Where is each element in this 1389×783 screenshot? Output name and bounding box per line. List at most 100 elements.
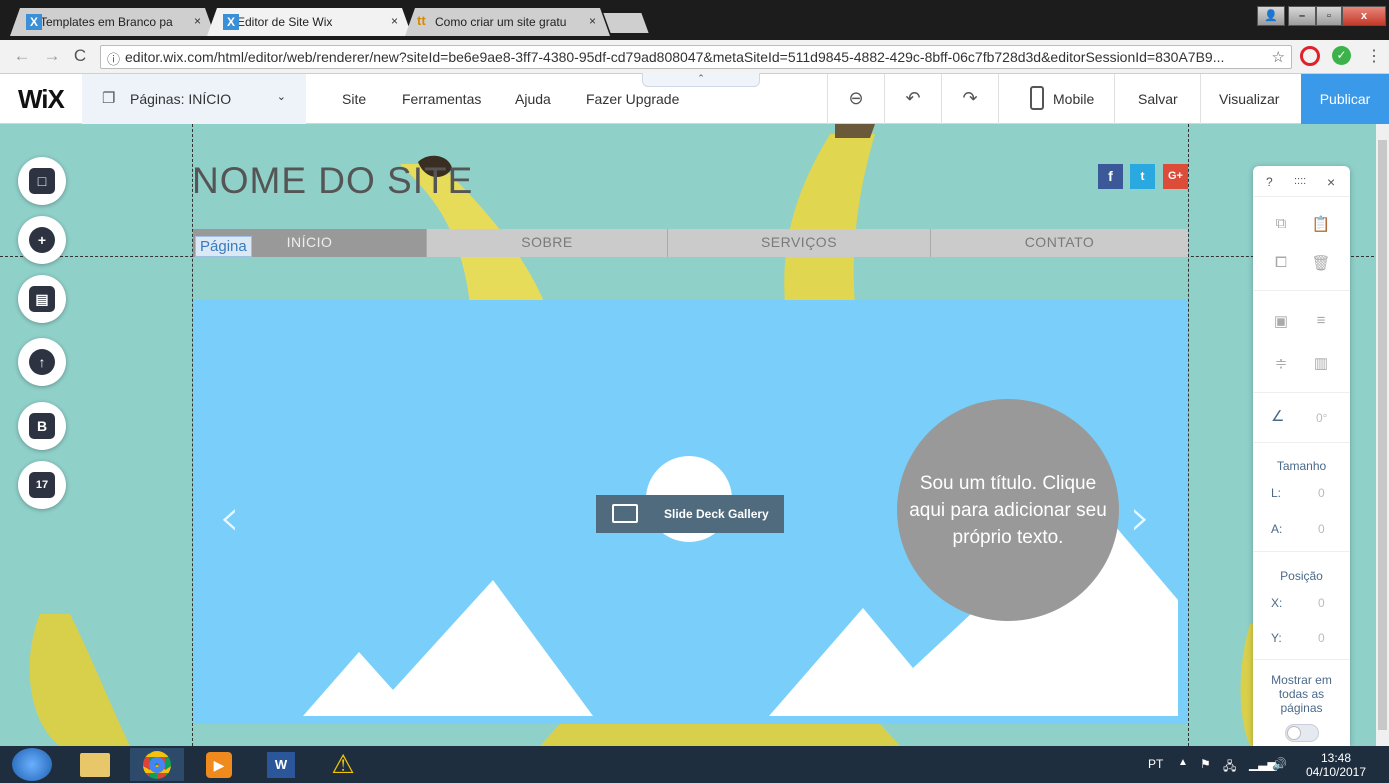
height-label: A:: [1271, 522, 1283, 536]
position-title: Posição: [1280, 569, 1323, 583]
url-field[interactable]: ⓘ editor.wix.com/html/editor/web/rendere…: [100, 45, 1292, 69]
wix-favicon-icon: X: [223, 14, 239, 30]
bookmark-star-icon[interactable]: ☆: [1272, 48, 1285, 66]
align-icon[interactable]: ≡: [1311, 312, 1331, 332]
minimize-button[interactable]: –: [1288, 6, 1316, 26]
publish-button[interactable]: Publicar: [1301, 74, 1389, 124]
upload-button[interactable]: ↑: [18, 338, 66, 386]
pages-dropdown[interactable]: ❐ Páginas: INÍCIO ⌄: [82, 74, 306, 124]
warning-app-icon[interactable]: ⚠: [316, 748, 370, 781]
y-value[interactable]: 0: [1318, 631, 1325, 645]
menu-fazer-upgrade[interactable]: Fazer Upgrade: [586, 91, 679, 107]
toggle-knob: [1287, 726, 1301, 740]
calendar-icon: 17: [29, 472, 55, 498]
prev-slide-icon[interactable]: ‹: [219, 488, 240, 548]
help-icon[interactable]: ?: [1266, 175, 1273, 189]
delete-icon[interactable]: 🗑: [1311, 254, 1331, 274]
arrange-icon[interactable]: ▣: [1271, 312, 1291, 332]
tray-expand-icon[interactable]: ▲: [1178, 757, 1188, 768]
save-button[interactable]: Salvar: [1138, 91, 1178, 107]
action-center-flag-icon[interactable]: ⚑: [1200, 757, 1211, 771]
undo-icon[interactable]: ↶: [898, 88, 928, 109]
size-title: Tamanho: [1276, 459, 1327, 473]
app-market-button[interactable]: ▤: [18, 275, 66, 323]
redo-icon[interactable]: ↷: [955, 88, 985, 109]
browser-tab-templates[interactable]: X Templates em Branco pa ×: [10, 8, 215, 36]
collapse-toolbar-button[interactable]: ⌃: [642, 73, 760, 87]
url-text: editor.wix.com/html/editor/web/renderer/…: [125, 49, 1225, 65]
browser-menu-icon[interactable]: ⋮: [1366, 46, 1382, 66]
title-bubble[interactable]: Sou um título. Clique aqui para adiciona…: [897, 399, 1119, 621]
info-icon: ⓘ: [107, 52, 121, 67]
zoom-out-icon[interactable]: ⊖: [841, 88, 871, 109]
clock[interactable]: 13:48 04/10/2017: [1300, 751, 1372, 779]
show-all-pages-toggle[interactable]: [1285, 724, 1319, 742]
angle-value[interactable]: 0°: [1316, 411, 1327, 425]
tab-close-icon[interactable]: ×: [194, 14, 201, 28]
volume-icon[interactable]: 🔊: [1272, 757, 1287, 771]
blog-button[interactable]: B: [18, 402, 66, 450]
back-icon[interactable]: ←: [10, 46, 34, 66]
drag-handle-icon[interactable]: ::::: [1294, 175, 1306, 187]
mobile-view-button[interactable]: Mobile: [1014, 74, 1114, 124]
tab-close-icon[interactable]: ×: [391, 14, 398, 28]
maximize-button[interactable]: ▫: [1316, 6, 1342, 26]
facebook-icon[interactable]: f: [1098, 164, 1123, 189]
divider: [1114, 74, 1115, 124]
background-button[interactable]: □: [18, 157, 66, 205]
width-value[interactable]: 0: [1318, 486, 1325, 500]
preview-button[interactable]: Visualizar: [1219, 91, 1279, 107]
x-value[interactable]: 0: [1318, 596, 1325, 610]
word-icon[interactable]: W: [254, 748, 308, 781]
tab-title: Editor de Site Wix: [237, 15, 333, 29]
next-slide-icon[interactable]: ›: [1130, 488, 1151, 548]
site-name-title[interactable]: NOME DO SITE: [192, 160, 473, 202]
layout-panel: ? :::: × ⧉ 📋 ⧠ 🗑 ▣ ≡ ≑ ▥ ∠ 0° Tamanho L:…: [1253, 166, 1350, 746]
match-size-icon[interactable]: ▥: [1311, 354, 1331, 374]
new-tab-button[interactable]: [603, 13, 649, 33]
close-window-button[interactable]: x: [1342, 6, 1386, 26]
menu-item-contato[interactable]: CONTATO: [931, 229, 1188, 257]
page-scrollbar[interactable]: [1376, 124, 1389, 746]
file-explorer-icon[interactable]: [68, 748, 122, 781]
distribute-icon[interactable]: ≑: [1271, 354, 1291, 374]
mobile-phone-icon: [1030, 86, 1044, 110]
check-extension-icon[interactable]: ✓: [1332, 46, 1351, 65]
network-icon[interactable]: 🖧: [1223, 757, 1236, 778]
media-player-icon[interactable]: ▶: [192, 748, 246, 781]
user-icon[interactable]: 👤: [1257, 6, 1285, 26]
menu-site[interactable]: Site: [342, 91, 366, 107]
close-panel-icon[interactable]: ×: [1327, 174, 1335, 190]
twitter-icon[interactable]: t: [1130, 164, 1155, 189]
duplicate-icon[interactable]: ⧠: [1271, 254, 1291, 274]
chrome-icon[interactable]: [130, 748, 184, 781]
slide-deck-gallery[interactable]: Slide Deck Gallery Sou um título. Clique…: [193, 300, 1188, 724]
start-button[interactable]: [12, 748, 52, 781]
tab-close-icon[interactable]: ×: [589, 14, 596, 28]
show-all-pages-label: Mostrar em todas as páginas: [1271, 673, 1332, 715]
browser-tab-editor[interactable]: X Editor de Site Wix ×: [207, 8, 412, 36]
editor-canvas[interactable]: □ + ▤ ↑ B 17 NOME DO SITE f t G+ INÍCIO …: [0, 124, 1389, 746]
y-label: Y:: [1271, 631, 1282, 645]
add-button[interactable]: +: [18, 216, 66, 264]
height-value[interactable]: 0: [1318, 522, 1325, 536]
divider: [1253, 392, 1350, 393]
google-plus-icon[interactable]: G+: [1163, 164, 1188, 189]
menu-ferramentas[interactable]: Ferramentas: [402, 91, 481, 107]
scrollbar-thumb[interactable]: [1378, 140, 1387, 730]
bookings-button[interactable]: 17: [18, 461, 66, 509]
clock-date: 04/10/2017: [1305, 765, 1367, 779]
store-icon: ▤: [29, 286, 55, 312]
forward-icon[interactable]: →: [40, 46, 64, 66]
paste-icon[interactable]: 📋: [1311, 215, 1331, 235]
browser-tab-como-criar[interactable]: tt Como criar um site gratu ×: [405, 8, 610, 36]
menu-item-servicos[interactable]: SERVIÇOS: [668, 229, 931, 257]
menu-item-sobre[interactable]: SOBRE: [427, 229, 668, 257]
slide-deck-gallery-badge[interactable]: Slide Deck Gallery: [596, 495, 784, 533]
tt-favicon-icon: tt: [417, 13, 426, 28]
language-indicator[interactable]: PT: [1148, 757, 1163, 771]
copy-icon[interactable]: ⧉: [1271, 215, 1291, 235]
menu-ajuda[interactable]: Ajuda: [515, 91, 551, 107]
opera-extension-icon[interactable]: [1300, 46, 1320, 66]
reload-icon[interactable]: C: [68, 46, 92, 66]
